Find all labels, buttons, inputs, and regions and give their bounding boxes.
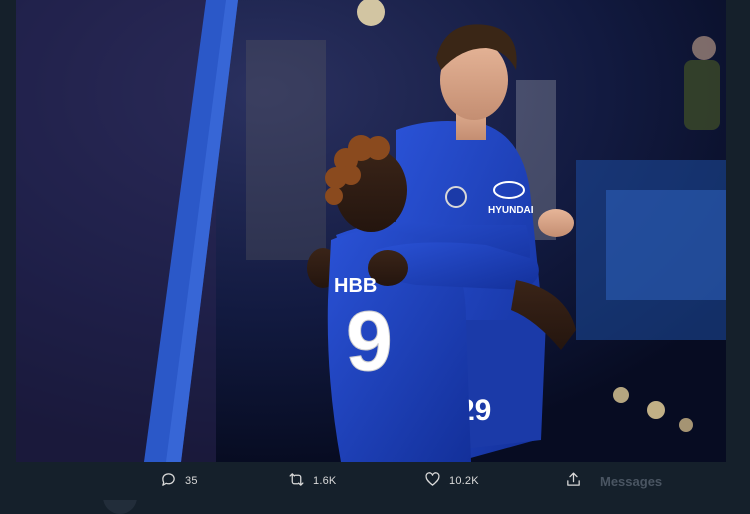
retweet-count: 1.6K [313,475,337,487]
reply-icon [160,471,177,491]
tweet-action-bar: 35 1.6K 10.2K Messages [0,462,750,500]
right-gutter [726,0,750,500]
photo-scene: 29 HYUNDAI 9 HBB [16,0,726,462]
reply-button[interactable]: 35 [160,472,198,490]
share-icon [565,471,582,491]
jersey-name: HBB [334,275,377,297]
tweet-photo[interactable]: 29 HYUNDAI 9 HBB [16,0,726,462]
share-button[interactable] [565,472,582,490]
jersey-number: 9 [346,294,393,388]
messages-drawer-label[interactable]: Messages [600,474,662,489]
like-count: 10.2K [449,475,479,487]
retweet-icon [288,471,305,491]
left-gutter [0,0,16,500]
heart-icon [424,471,441,491]
reply-count: 35 [185,475,198,487]
like-button[interactable]: 10.2K [424,472,479,490]
retweet-button[interactable]: 1.6K [288,472,336,490]
shirt-sponsor: HYUNDAI [488,205,534,216]
